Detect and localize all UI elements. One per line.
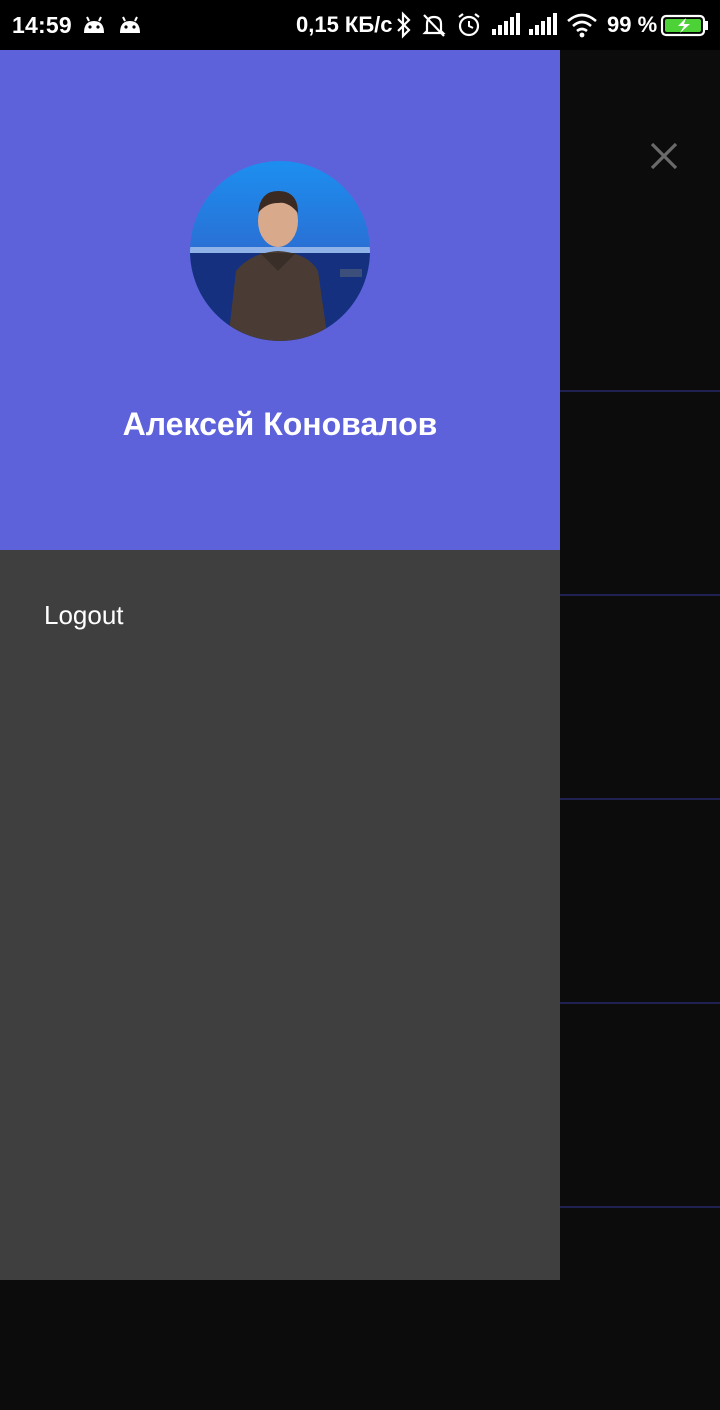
drawer-header: Алексей Коновалов <box>0 50 560 550</box>
status-time: 14:59 <box>12 12 72 38</box>
logout-button[interactable]: Logout <box>0 580 560 652</box>
navigation-drawer: Алексей Коновалов Logout <box>0 50 560 1280</box>
android-icon <box>120 16 140 33</box>
signal-icon <box>492 13 520 35</box>
android-icon <box>84 16 104 33</box>
close-icon[interactable] <box>646 138 682 174</box>
network-speed: 0,15 КБ/с <box>296 12 393 37</box>
menu-item-label: Logout <box>44 600 124 630</box>
signal-icon <box>529 13 557 35</box>
wifi-icon <box>567 13 597 38</box>
user-name: Алексей Коновалов <box>122 406 438 442</box>
notifications-off-icon <box>422 14 446 37</box>
battery-charging-icon <box>660 14 708 37</box>
avatar[interactable] <box>190 161 370 341</box>
battery-percent: 99 % <box>607 12 658 37</box>
alarm-icon <box>458 13 480 37</box>
user-avatar-photo <box>190 161 370 341</box>
status-bar: 14:59 0,15 КБ/с 99 % <box>0 0 720 50</box>
bluetooth-icon <box>397 11 411 39</box>
